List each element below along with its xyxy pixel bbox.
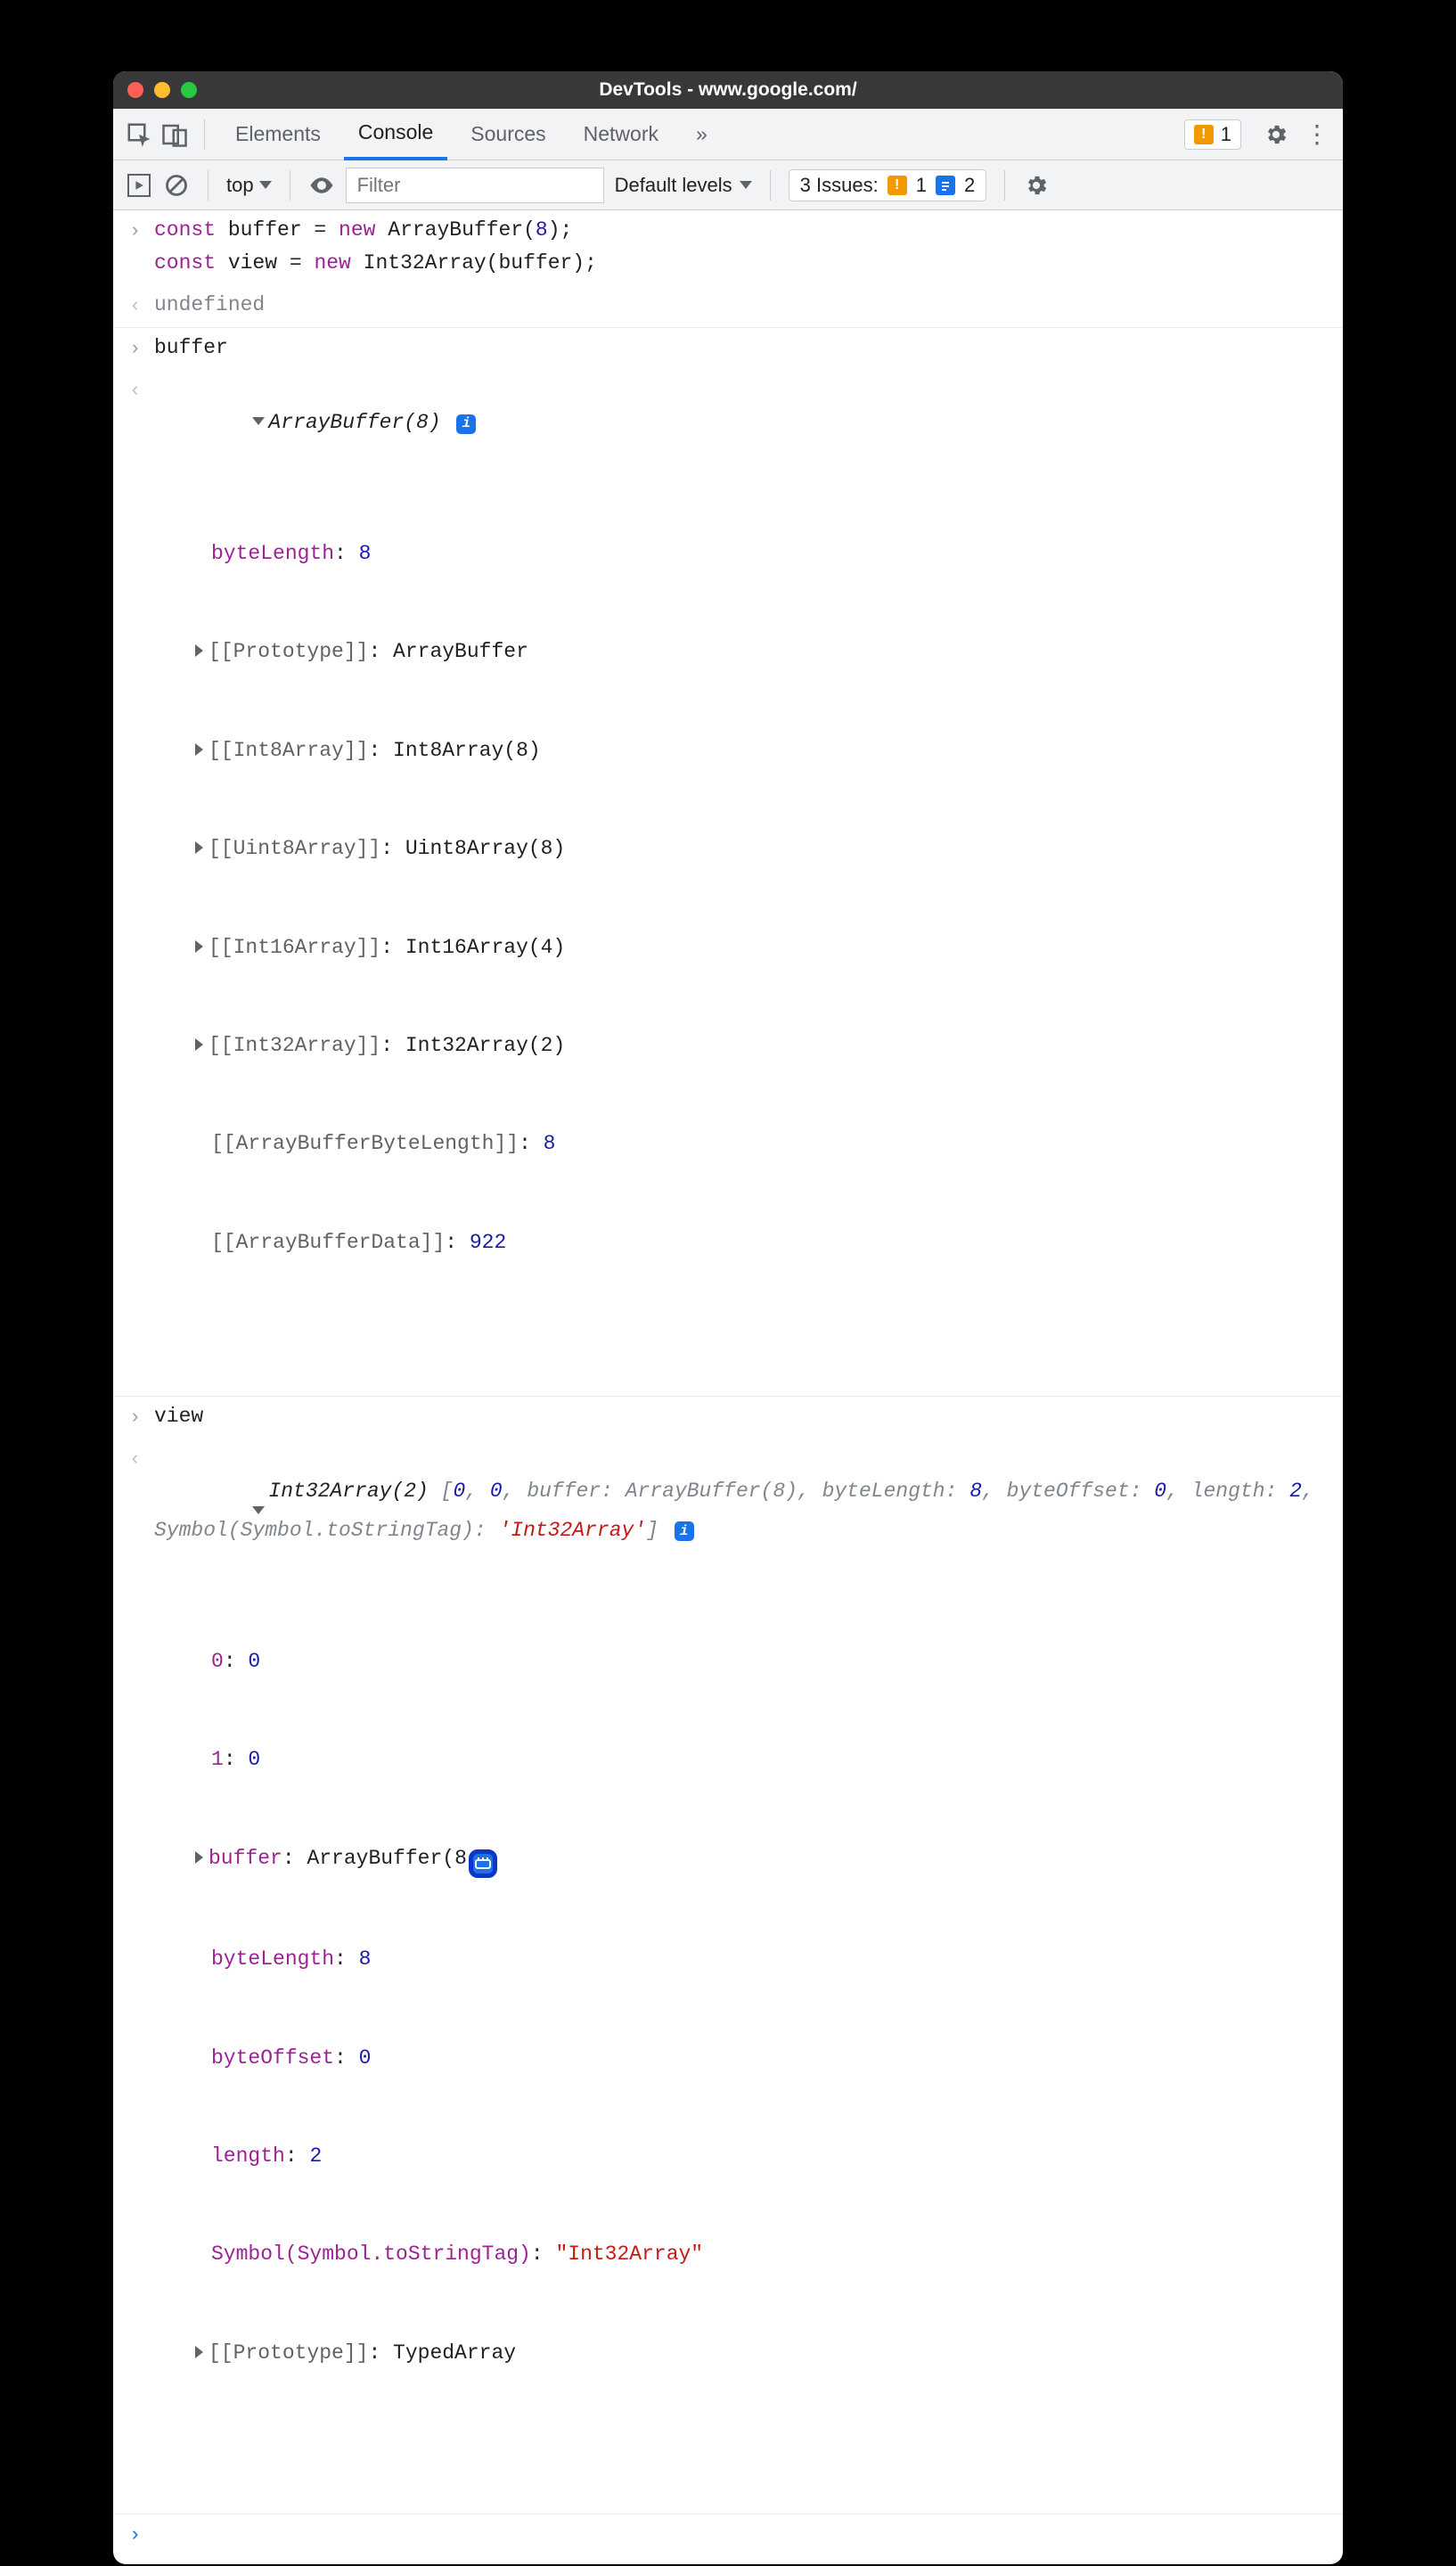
console-output: const buffer = new ArrayBuffer(8); const… (113, 210, 1343, 2564)
levels-label: Default levels (615, 174, 732, 197)
titlebar: DevTools - www.google.com/ (113, 71, 1343, 109)
devtools-window: DevTools - www.google.com/ Elements Cons… (113, 71, 1343, 2564)
console-prompt[interactable] (113, 2514, 1343, 2564)
separator (1004, 170, 1005, 201)
console-output-row[interactable]: ArrayBuffer(8) i byteLength: 8 [[Prototy… (113, 370, 1343, 1397)
chevron-down-icon (259, 181, 272, 189)
tab-elements[interactable]: Elements (221, 109, 335, 160)
code-line: const buffer = new ArrayBuffer(8); const… (154, 214, 1343, 280)
minimize-window-button[interactable] (154, 82, 170, 98)
console-input-row: buffer (113, 328, 1343, 370)
issues-warn-count: 1 (916, 174, 927, 197)
prompt-input[interactable] (154, 2518, 1343, 2559)
input-chevron-icon (129, 332, 154, 365)
toggle-drawer-icon[interactable] (126, 172, 152, 199)
console-output-row[interactable]: Int32Array(2) [0, 0, buffer: ArrayBuffer… (113, 1439, 1343, 2514)
caret-down-icon[interactable] (252, 1506, 265, 1514)
input-chevron-icon (129, 1400, 154, 1433)
tab-console[interactable]: Console (344, 109, 447, 160)
console-input-row: const buffer = new ArrayBuffer(8); const… (113, 210, 1343, 285)
info-icon[interactable]: i (456, 414, 476, 434)
separator (770, 170, 771, 201)
more-tabs-button[interactable]: » (682, 109, 722, 160)
expandable-property[interactable]: [[Int8Array]]: Int8Array(8) (186, 734, 1329, 767)
clear-console-icon[interactable] (163, 172, 190, 199)
settings-gear-icon[interactable] (1263, 121, 1289, 148)
issues-label: 3 Issues: (800, 174, 879, 197)
warning-icon: ! (888, 176, 907, 195)
zoom-window-button[interactable] (181, 82, 197, 98)
issues-summary[interactable]: 3 Issues: ! 1 2 (789, 169, 987, 201)
chevron-down-icon (740, 181, 752, 189)
close-window-button[interactable] (127, 82, 143, 98)
object-header: Int32Array(2) [0, 0, buffer: ArrayBuffer… (154, 1480, 1327, 1542)
issues-info-count: 2 (964, 174, 975, 197)
caret-right-icon (195, 940, 203, 953)
buffer-property[interactable]: buffer: ArrayBuffer(8 (186, 1842, 1329, 1878)
undefined-value: undefined (154, 289, 1343, 322)
top-issues-badge[interactable]: ! 1 (1184, 119, 1241, 150)
console-settings-gear-icon[interactable] (1023, 172, 1050, 199)
caret-right-icon (195, 841, 203, 854)
filter-input[interactable] (346, 168, 604, 203)
console-input-row: view (113, 1397, 1343, 1439)
expandable-property[interactable]: [[Uint8Array]]: Uint8Array(8) (186, 832, 1329, 865)
console-output-row: undefined (113, 285, 1343, 328)
context-label: top (226, 174, 254, 197)
code-line: view (154, 1400, 1343, 1433)
separator (204, 119, 205, 150)
output-chevron-icon (129, 1442, 154, 2501)
info-icon (936, 176, 955, 195)
log-levels-selector[interactable]: Default levels (615, 174, 752, 197)
caret-right-icon (195, 644, 203, 657)
warning-icon: ! (1194, 125, 1214, 144)
inspect-element-icon[interactable] (126, 121, 152, 148)
caret-right-icon (195, 1038, 203, 1051)
main-toolbar: Elements Console Sources Network » ! 1 ⋮ (113, 109, 1343, 160)
window-controls (127, 82, 197, 98)
memory-inspector-icon[interactable] (469, 1849, 497, 1878)
prompt-chevron-icon (129, 2518, 154, 2559)
output-chevron-icon (129, 289, 154, 322)
object-preview: Int32Array(2) [0, 0, buffer: ArrayBuffer… (154, 1442, 1343, 2501)
kebab-menu-icon[interactable]: ⋮ (1304, 121, 1330, 148)
console-toolbar: top Default levels 3 Issues: ! 1 2 (113, 160, 1343, 210)
tab-network[interactable]: Network (569, 109, 673, 160)
expandable-property[interactable]: [[Prototype]]: ArrayBuffer (186, 635, 1329, 668)
device-toolbar-icon[interactable] (161, 121, 188, 148)
object-preview: ArrayBuffer(8) i byteLength: 8 [[Prototy… (154, 373, 1343, 1390)
caret-down-icon[interactable] (252, 417, 265, 425)
live-expression-eye-icon[interactable] (308, 172, 335, 199)
window-title: DevTools - www.google.com/ (113, 79, 1343, 101)
context-selector[interactable]: top (226, 174, 272, 197)
object-header: ArrayBuffer(8) (268, 411, 440, 434)
input-chevron-icon (129, 214, 154, 280)
expandable-property[interactable]: [[Prototype]]: TypedArray (186, 2337, 1329, 2370)
expandable-property[interactable]: [[Int32Array]]: Int32Array(2) (186, 1029, 1329, 1062)
caret-right-icon (195, 2346, 203, 2358)
caret-right-icon (195, 743, 203, 756)
expandable-property[interactable]: [[Int16Array]]: Int16Array(4) (186, 931, 1329, 964)
warn-count: 1 (1221, 123, 1231, 146)
caret-right-icon (195, 1851, 203, 1864)
tab-sources[interactable]: Sources (456, 109, 560, 160)
info-icon[interactable]: i (675, 1521, 694, 1541)
output-chevron-icon (129, 373, 154, 1390)
code-line: buffer (154, 332, 1343, 365)
separator (208, 170, 209, 201)
